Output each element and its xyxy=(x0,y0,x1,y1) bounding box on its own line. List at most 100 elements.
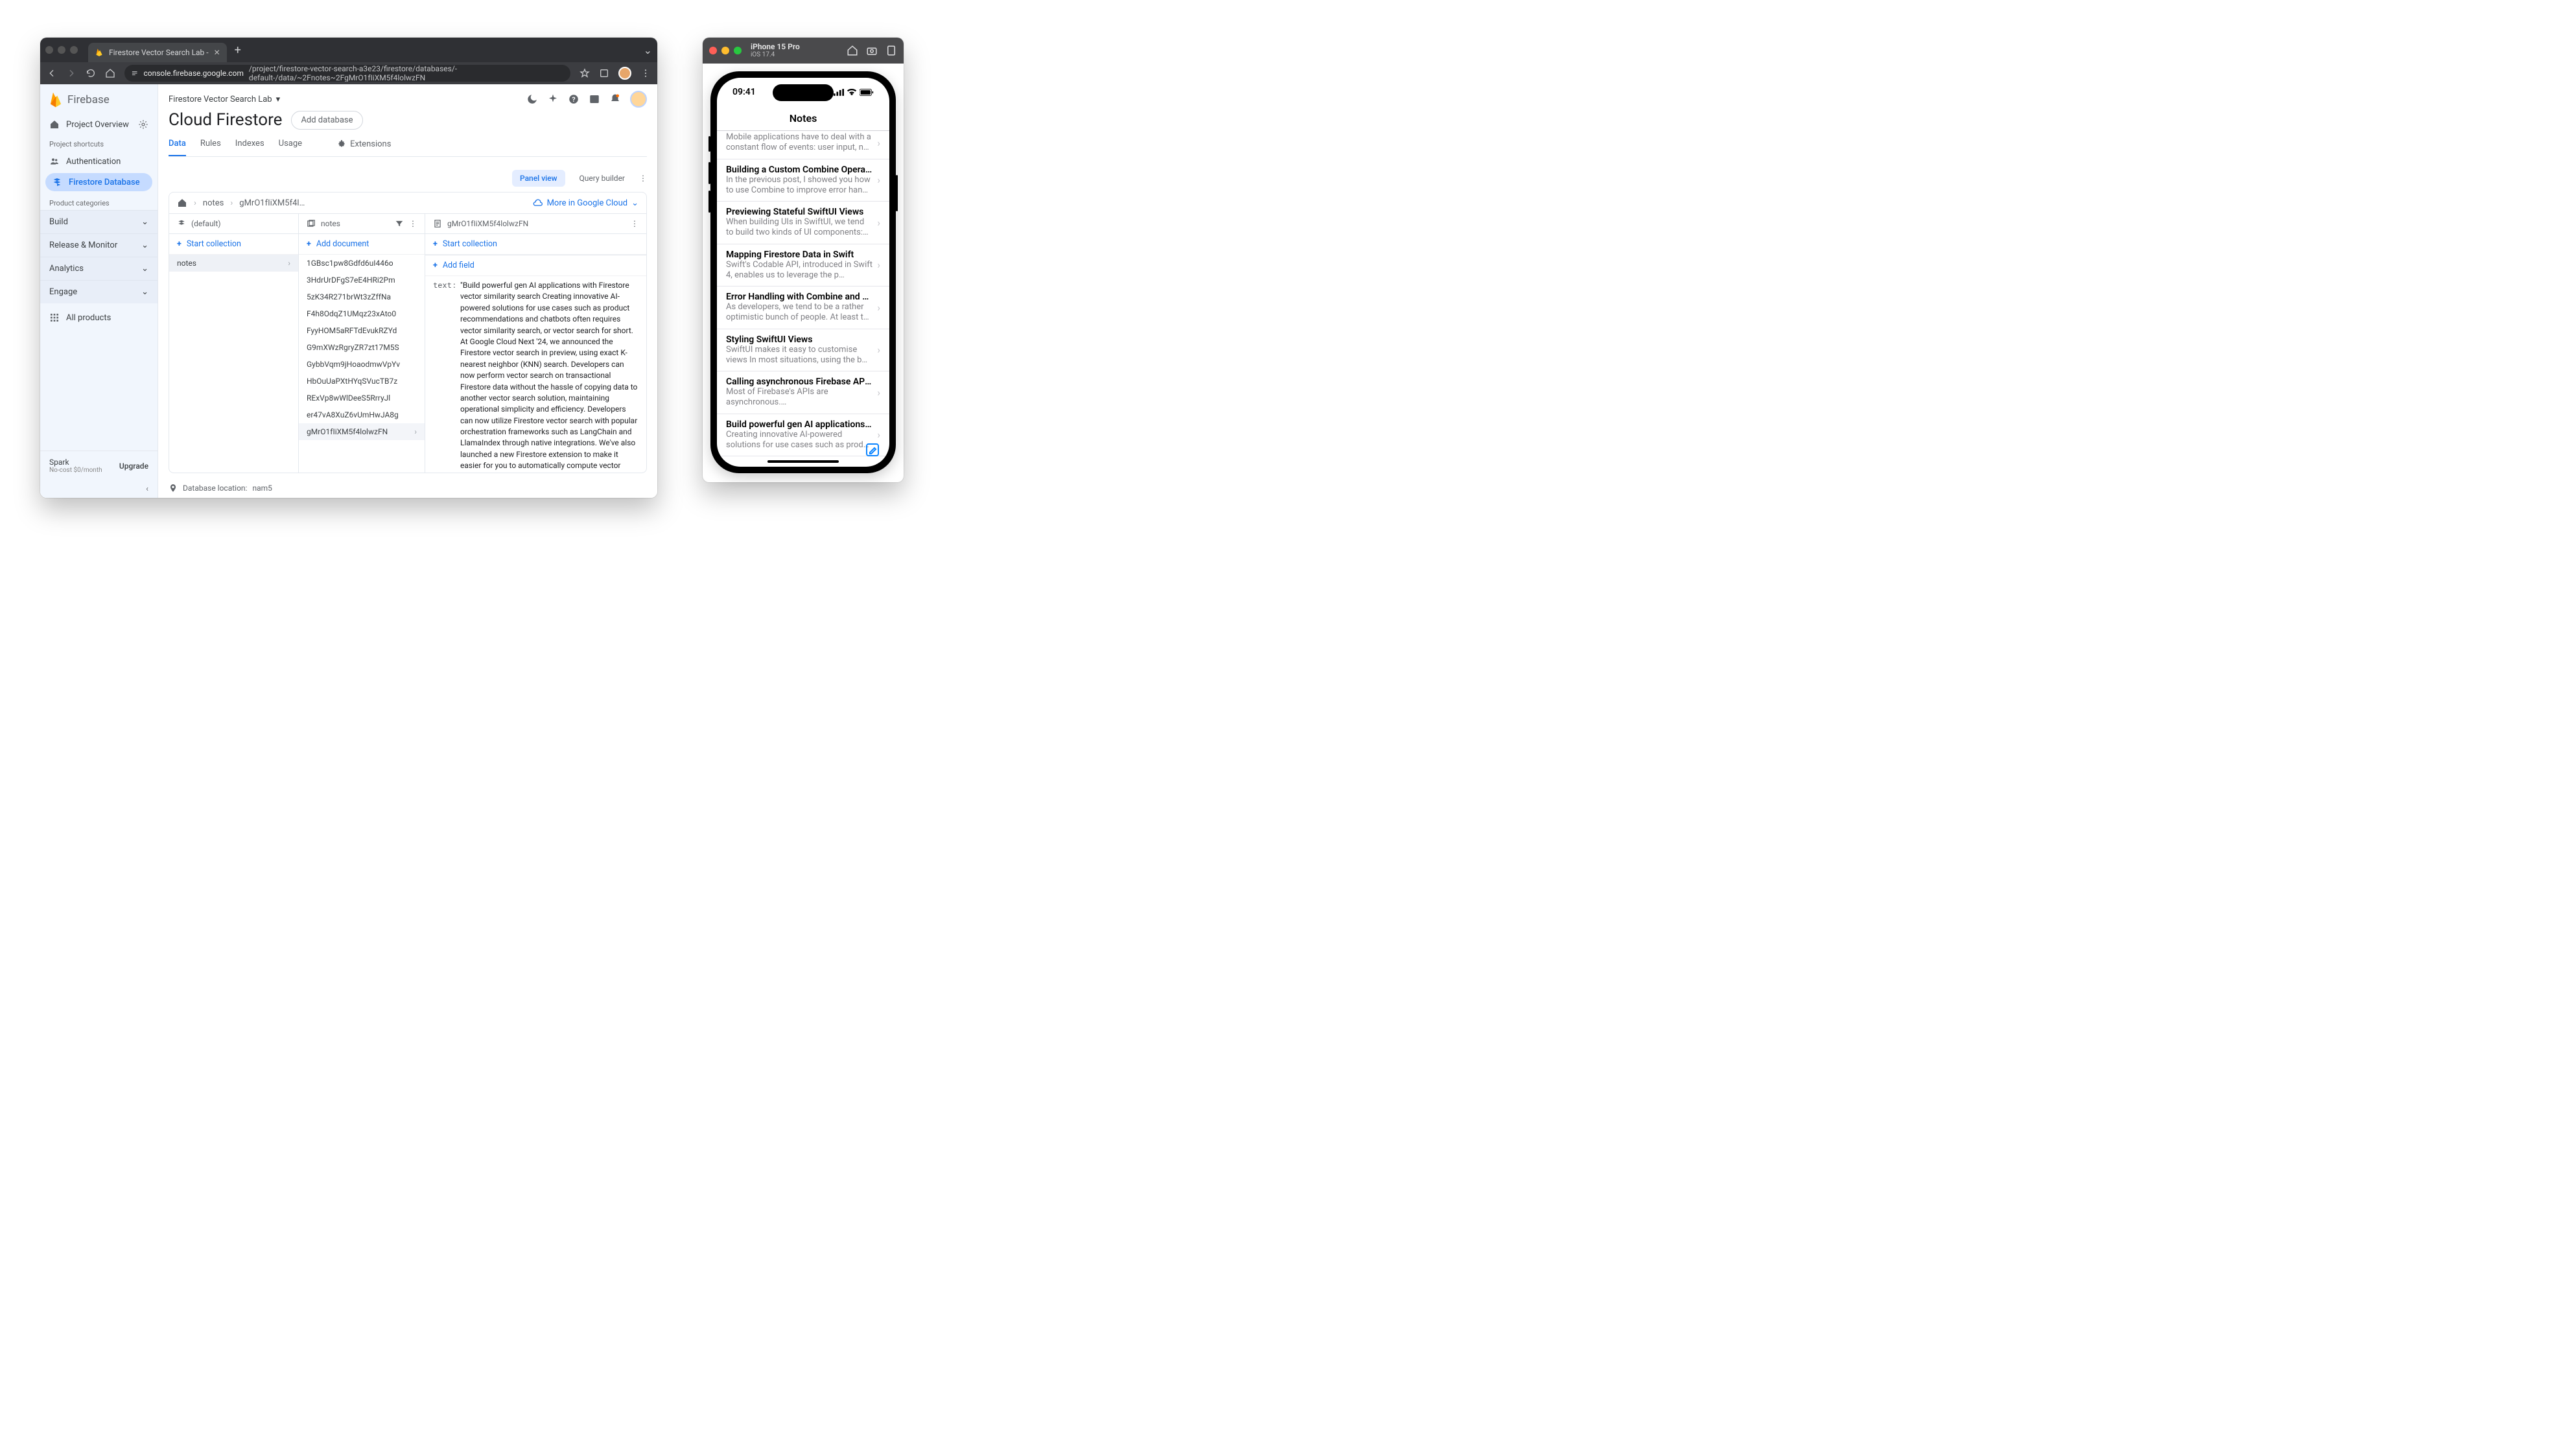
note-row[interactable]: Styling SwiftUI ViewsSwiftUI makes it ea… xyxy=(717,329,889,372)
sidebar-item-authentication[interactable]: Authentication xyxy=(40,151,158,172)
volume-down-button xyxy=(708,191,710,213)
url-path: /project/firestore-vector-search-a3e23/f… xyxy=(249,65,564,82)
sidebar-cat-engage[interactable]: Engage⌄ xyxy=(40,280,158,303)
document-row[interactable]: F4h8OdqZ1UMqz23xAto0 xyxy=(299,305,425,322)
tab-extensions[interactable]: Extensions xyxy=(337,139,391,156)
bell-icon[interactable] xyxy=(609,93,621,105)
sidebar-cat-release[interactable]: Release & Monitor⌄ xyxy=(40,233,158,257)
add-database-button[interactable]: Add database xyxy=(291,111,362,130)
add-field-button[interactable]: +Add field xyxy=(425,255,646,276)
kebab-icon[interactable]: ⋮ xyxy=(631,219,638,228)
start-collection-button[interactable]: +Start collection xyxy=(169,234,298,255)
compose-button[interactable] xyxy=(865,442,880,458)
document-row[interactable]: FyyHOM5aRFTdEvukRZYd xyxy=(299,322,425,339)
crumb-collection[interactable]: notes xyxy=(203,198,224,208)
firebase-logo[interactable]: Firebase xyxy=(40,84,158,115)
collection-row[interactable]: notes› xyxy=(169,255,298,272)
note-row[interactable]: Error Handling with Combine and S…As dev… xyxy=(717,287,889,329)
tab-indexes[interactable]: Indexes xyxy=(235,139,264,156)
project-overview-link[interactable]: Project Overview xyxy=(40,115,158,134)
address-bar[interactable]: console.firebase.google.com/project/fire… xyxy=(124,65,570,82)
traffic-close-icon[interactable] xyxy=(45,46,53,54)
document-row[interactable]: 5zK34R271brWt3zZffNa xyxy=(299,288,425,305)
star-icon[interactable] xyxy=(580,68,590,78)
tab-usage[interactable]: Usage xyxy=(279,139,302,156)
gear-icon[interactable] xyxy=(138,119,148,130)
sidebar-all-products[interactable]: All products xyxy=(40,303,158,332)
home-icon[interactable] xyxy=(177,198,187,208)
note-title: Calling asynchronous Firebase API… xyxy=(726,377,873,387)
document-row[interactable]: GybbVqm9jHoaodmwVpYv xyxy=(299,356,425,373)
reload-icon[interactable] xyxy=(86,68,96,78)
close-icon[interactable]: ✕ xyxy=(214,48,220,57)
browser-tab[interactable]: Firestore Vector Search Lab - ✕ xyxy=(88,43,227,62)
home-icon[interactable] xyxy=(105,68,115,78)
help-icon[interactable]: ? xyxy=(568,93,580,105)
add-document-button[interactable]: +Add document xyxy=(299,234,425,255)
sidebar-cat-analytics[interactable]: Analytics⌄ xyxy=(40,257,158,280)
note-row[interactable]: Previewing Stateful SwiftUI ViewsWhen bu… xyxy=(717,202,889,244)
note-row[interactable]: Build powerful gen AI applications…Creat… xyxy=(717,414,889,457)
project-selector[interactable]: Firestore Vector Search Lab ▾ xyxy=(169,95,280,104)
start-collection-button-2[interactable]: +Start collection xyxy=(425,234,646,255)
site-settings-icon[interactable] xyxy=(131,69,138,78)
new-tab-button[interactable]: + xyxy=(235,43,241,57)
panel-view-button[interactable]: Panel view xyxy=(512,170,565,187)
traffic-max-icon[interactable] xyxy=(70,46,78,54)
kebab-icon[interactable] xyxy=(640,68,651,78)
user-avatar[interactable] xyxy=(630,91,647,108)
kebab-icon[interactable]: ⋮ xyxy=(409,219,417,228)
kebab-icon[interactable]: ⋮ xyxy=(639,174,647,183)
document-row[interactable]: RExVp8wWlDeeS5RrryJl xyxy=(299,390,425,406)
chevron-down-icon: ⌄ xyxy=(141,217,148,227)
document-icon xyxy=(433,219,442,228)
rotate-icon[interactable] xyxy=(885,45,897,56)
doc-id-label: gMrO1fIiXM5f4lolwzFN xyxy=(447,219,528,228)
sidebar-cat-build[interactable]: Build⌄ xyxy=(40,210,158,233)
note-row[interactable]: Calling asynchronous Firebase API…Most o… xyxy=(717,371,889,414)
traffic-close-icon[interactable] xyxy=(709,47,717,54)
home-icon[interactable] xyxy=(847,45,858,56)
forward-icon[interactable] xyxy=(66,68,76,78)
database-location: Database location: nam5 xyxy=(158,478,657,498)
document-row[interactable]: 3HdrUrDFgS7eE4HRi2Pm xyxy=(299,272,425,288)
query-builder-button[interactable]: Query builder xyxy=(572,170,633,187)
more-in-google-cloud-link[interactable]: More in Google Cloud ⌄ xyxy=(533,198,638,208)
moon-icon[interactable] xyxy=(526,93,538,105)
sparkle-icon[interactable] xyxy=(547,93,559,105)
crumb-document[interactable]: gMrO1fIiXM5f4l… xyxy=(239,198,305,208)
profile-avatar[interactable] xyxy=(618,67,631,80)
back-icon[interactable] xyxy=(47,68,57,78)
document-row[interactable]: er47vA8XuZ6vUmHwJA8g xyxy=(299,406,425,423)
document-row[interactable]: G9mXWzRgryZR7zt17M5S xyxy=(299,339,425,356)
chevron-down-icon: ⌄ xyxy=(141,264,148,274)
tab-data[interactable]: Data xyxy=(169,139,186,156)
inbox-icon[interactable] xyxy=(589,93,600,105)
note-row[interactable]: Mapping Firestore Data in SwiftSwift's C… xyxy=(717,244,889,287)
traffic-min-icon[interactable] xyxy=(721,47,729,54)
traffic-min-icon[interactable] xyxy=(58,46,65,54)
note-title: Mapping Firestore Data in Swift xyxy=(726,250,873,260)
root-label: (default) xyxy=(191,219,221,228)
upgrade-button[interactable]: Upgrade xyxy=(119,462,148,471)
filter-icon[interactable] xyxy=(395,219,404,228)
camera-icon[interactable] xyxy=(866,45,878,56)
note-row[interactable]: Mobile applications have to deal with a … xyxy=(717,131,889,159)
chevron-down-icon[interactable]: ⌄ xyxy=(644,44,652,56)
note-row[interactable]: Building a Custom Combine Operat…In the … xyxy=(717,159,889,202)
document-row[interactable]: HbOuUaPXtHYqSVucTB7z xyxy=(299,373,425,390)
collapse-sidebar-button[interactable]: ‹ xyxy=(40,480,158,498)
phone-frame: 09:41 Notes Mobile applications have to … xyxy=(710,71,896,473)
sim-os-version: iOS 17.4 xyxy=(751,51,800,58)
sidebar-item-firestore[interactable]: Firestore Database xyxy=(45,173,152,191)
overview-label: Project Overview xyxy=(66,120,129,130)
field-row[interactable]: text: "Build powerful gen AI application… xyxy=(425,276,646,473)
home-indicator[interactable] xyxy=(767,460,839,463)
pin-icon xyxy=(169,484,178,493)
notes-list[interactable]: Mobile applications have to deal with a … xyxy=(717,131,889,467)
tab-rules[interactable]: Rules xyxy=(200,139,221,156)
traffic-max-icon[interactable] xyxy=(734,47,742,54)
document-row[interactable]: gMrO1fIiXM5f4lolwzFN› xyxy=(299,423,425,440)
extensions-icon[interactable] xyxy=(599,68,609,78)
document-row[interactable]: 1GBsc1pw8Gdfd6uI446o xyxy=(299,255,425,272)
